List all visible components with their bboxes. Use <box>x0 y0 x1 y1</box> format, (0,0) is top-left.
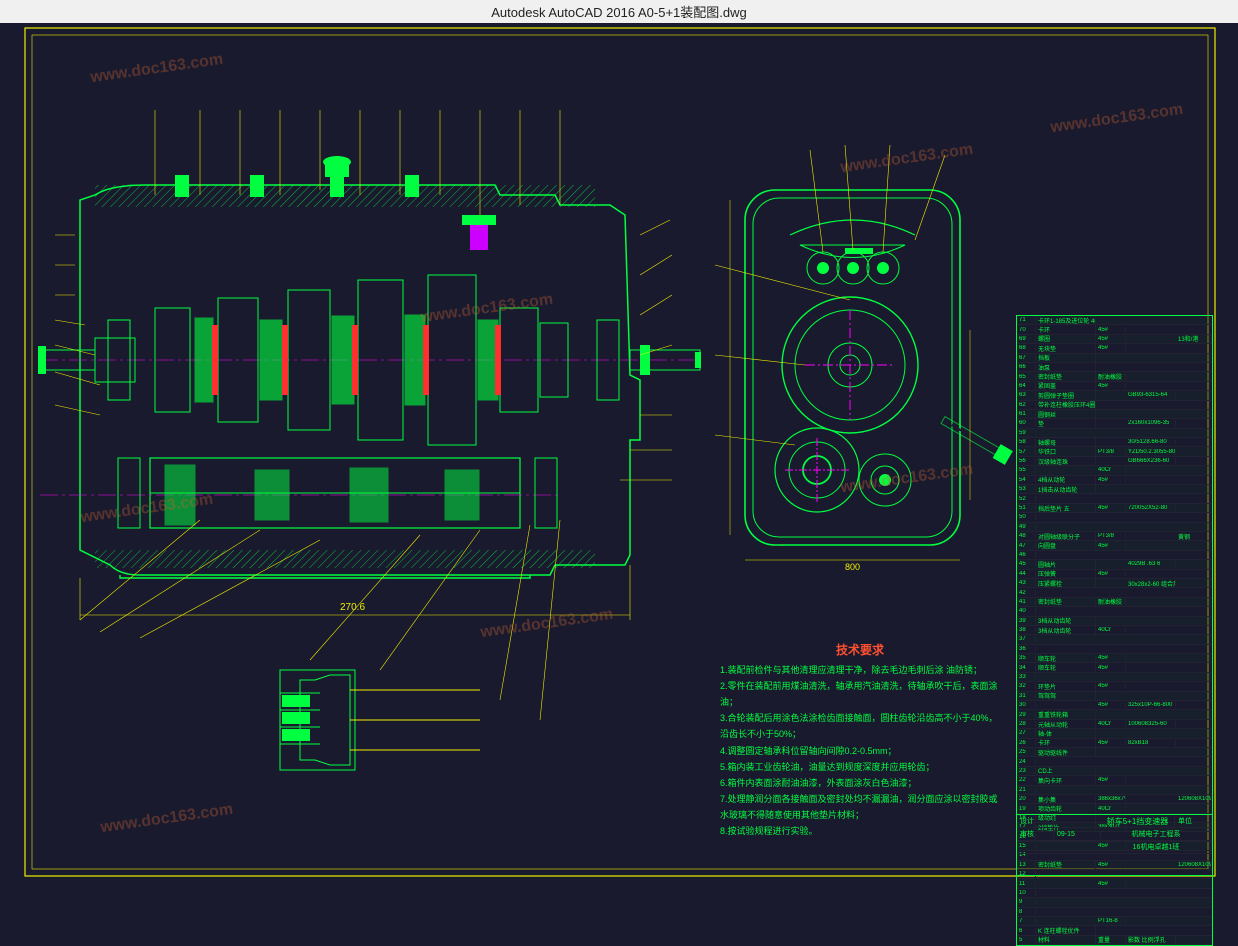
dim-width: 800 <box>845 562 860 572</box>
parts-list-row: 48对圆轴级联分子PT3/8黄钢 <box>1017 532 1212 541</box>
spec-item: 3.合轮装配后用涂色法涂检齿面接触面，圆柱齿轮沿齿高不小于40%，沿齿长不小于5… <box>720 710 1000 742</box>
parts-list-row: 46 <box>1017 551 1212 560</box>
parts-list-row: 34顺车轮45# <box>1017 663 1212 672</box>
parts-list-row: 22集向卡环45# <box>1017 776 1212 785</box>
parts-list-row: 383档从动齿轮40Cr <box>1017 626 1212 635</box>
tb-checker-label: 审核 <box>1017 829 1054 839</box>
parts-list-row: 42 <box>1017 588 1212 597</box>
parts-list-row: 19项动齿轮40Cr <box>1017 804 1212 813</box>
parts-list-row: 64紧固盖45# <box>1017 382 1212 391</box>
parts-list-row: 10 <box>1017 889 1212 898</box>
spec-item: 6.箱件内表面涂耐油油漆，外表面涂灰白色油漆； <box>720 775 1000 791</box>
parts-list-row: 9 <box>1017 898 1212 907</box>
tb-designer-label: 设计 <box>1017 816 1054 826</box>
parts-list-row: 71卡环1-185及进位轮 400-1 <box>1017 316 1212 325</box>
parts-list-row: 49 <box>1017 523 1212 532</box>
parts-list-row: 33 <box>1017 673 1212 682</box>
spec-title: 技术要求 <box>720 640 1000 662</box>
parts-list-row: 26卡环45#82xB18 <box>1017 739 1212 748</box>
parts-list-row: 50 <box>1017 513 1212 522</box>
spec-item: 1.装配前检件与其他清理应清理干净，除去毛边毛刺后涂 油防锈； <box>720 662 1000 678</box>
parts-list-row: 57华铁口PT3/8YZD50.2.3055-80 <box>1017 447 1212 456</box>
parts-list-row: 61圆钢丝 <box>1017 410 1212 419</box>
spec-item: 7.处理静润分面各接触面及密封处均不漏漏油，润分面应涂以密封胶或水玻璃不得随意使… <box>720 791 1000 823</box>
parts-list-row: 24 <box>1017 757 1212 766</box>
tb-project: 轿车5+1挡变速器 <box>1101 816 1175 827</box>
parts-list-row: 6K 连柱螺栓优件 <box>1017 926 1212 935</box>
tb-dept: 机械电子工程系 <box>1101 829 1212 839</box>
window-title: Autodesk AutoCAD 2016 A0-5+1装配图.dwg <box>491 5 746 20</box>
spec-item: 4.调整圆定轴承科位留轴向间隙0.2-0.5mm； <box>720 743 1000 759</box>
parts-list-row: 44压弹簧45# <box>1017 570 1212 579</box>
parts-list-row: 21 <box>1017 786 1212 795</box>
spec-item: 2.零件在装配前用煤油清洗，轴承用汽油清洗，待轴承吹干后，表面涂油； <box>720 678 1000 710</box>
parts-list-row: 7PT16-8 <box>1017 917 1212 926</box>
parts-list-row: 32环垫片45# <box>1017 682 1212 691</box>
parts-list-row: 70卡环45# <box>1017 325 1212 334</box>
tb-drawing-no: 09-15 <box>1054 831 1101 838</box>
parts-list-row: 20集小集386x36x7\120608X1096-35 <box>1017 795 1212 804</box>
parts-list-row: 67挡板 <box>1017 354 1212 363</box>
parts-list-row: 3045#325x10P-66-800 <box>1017 701 1212 710</box>
parts-list-row: 5540Cr <box>1017 466 1212 475</box>
parts-list-row: 41密封纸垫耐油橡胶 <box>1017 598 1212 607</box>
drawing-canvas[interactable]: 270.6 <box>0 20 1238 881</box>
parts-list-row: 68无块垫45# <box>1017 344 1212 353</box>
parts-list-row: 47向圆盘45# <box>1017 541 1212 550</box>
parts-list-row: 56汉级轴连珠GB666X236-60 <box>1017 457 1212 466</box>
parts-list-row: 37 <box>1017 635 1212 644</box>
parts-list-row: 5材料重量影数 比例浮孔 <box>1017 936 1212 945</box>
parts-list-row: 60垫2x160x1096-35 <box>1017 419 1212 428</box>
tech-requirements: 技术要求 1.装配前检件与其他清理应清理干净，除去毛边毛刺后涂 油防锈； 2.零… <box>720 640 1000 840</box>
parts-list-row: 8 <box>1017 908 1212 917</box>
parts-list-row: 36 <box>1017 645 1212 654</box>
parts-list-row: 35顺车轮45# <box>1017 654 1212 663</box>
parts-list-row: 29重重铁轮箱 <box>1017 710 1212 719</box>
tb-class: 16机电卓越1班 <box>1101 842 1212 852</box>
parts-list-row: 23CD上 <box>1017 767 1212 776</box>
window-title-bar: Autodesk AutoCAD 2016 A0-5+1装配图.dwg <box>0 0 1238 23</box>
parts-list-row: 40 <box>1017 607 1212 616</box>
parts-list-row: 58轴螺母30/5128.66-80 <box>1017 438 1212 447</box>
spec-item: 8.按试验规程进行实验。 <box>720 823 1000 839</box>
parts-list-row: 66油泵 <box>1017 363 1212 372</box>
spec-item: 5.箱内装工业齿轮油，油量达到规度深度并应用轮齿； <box>720 759 1000 775</box>
parts-list-row: 544档从动轮45# <box>1017 476 1212 485</box>
parts-list-row: 65密封纸垫耐油橡胶 <box>1017 372 1212 381</box>
parts-list-row: 62带补连柱橡胶压环4圈 <box>1017 401 1212 410</box>
parts-list-row: 393档从动齿轮 <box>1017 617 1212 626</box>
parts-list-row: 28元轴从动轮40Cr100608325-60 <box>1017 720 1212 729</box>
parts-list-row: 63剪圆弹子垫圈GB93-6315-64 <box>1017 391 1212 400</box>
parts-list-row: 27轴-体 <box>1017 729 1212 738</box>
parts-list-row: 43压紧螺栓30x28x2-60 组合用圆 <box>1017 579 1212 588</box>
parts-list-row: 52 <box>1017 494 1212 503</box>
tb-unit: 单位 <box>1175 816 1212 826</box>
parts-list-row: 51挡后垫片 五45#720052X52-80 <box>1017 504 1212 513</box>
parts-list-row: 25驱动驱线件 <box>1017 748 1212 757</box>
parts-list-row: 59 <box>1017 429 1212 438</box>
title-block: 设计 轿车5+1挡变速器 单位 审核 09-15 机械电子工程系 16机电卓越1… <box>1016 814 1213 876</box>
parts-list-row: 531挡击从动齿轮 <box>1017 485 1212 494</box>
parts-list-row: 69螺圈45#13和/港 <box>1017 335 1212 344</box>
parts-list-row: 45圆轴片4029B .63 6 <box>1017 560 1212 569</box>
parts-list-row: 31驾驾驾 <box>1017 692 1212 701</box>
